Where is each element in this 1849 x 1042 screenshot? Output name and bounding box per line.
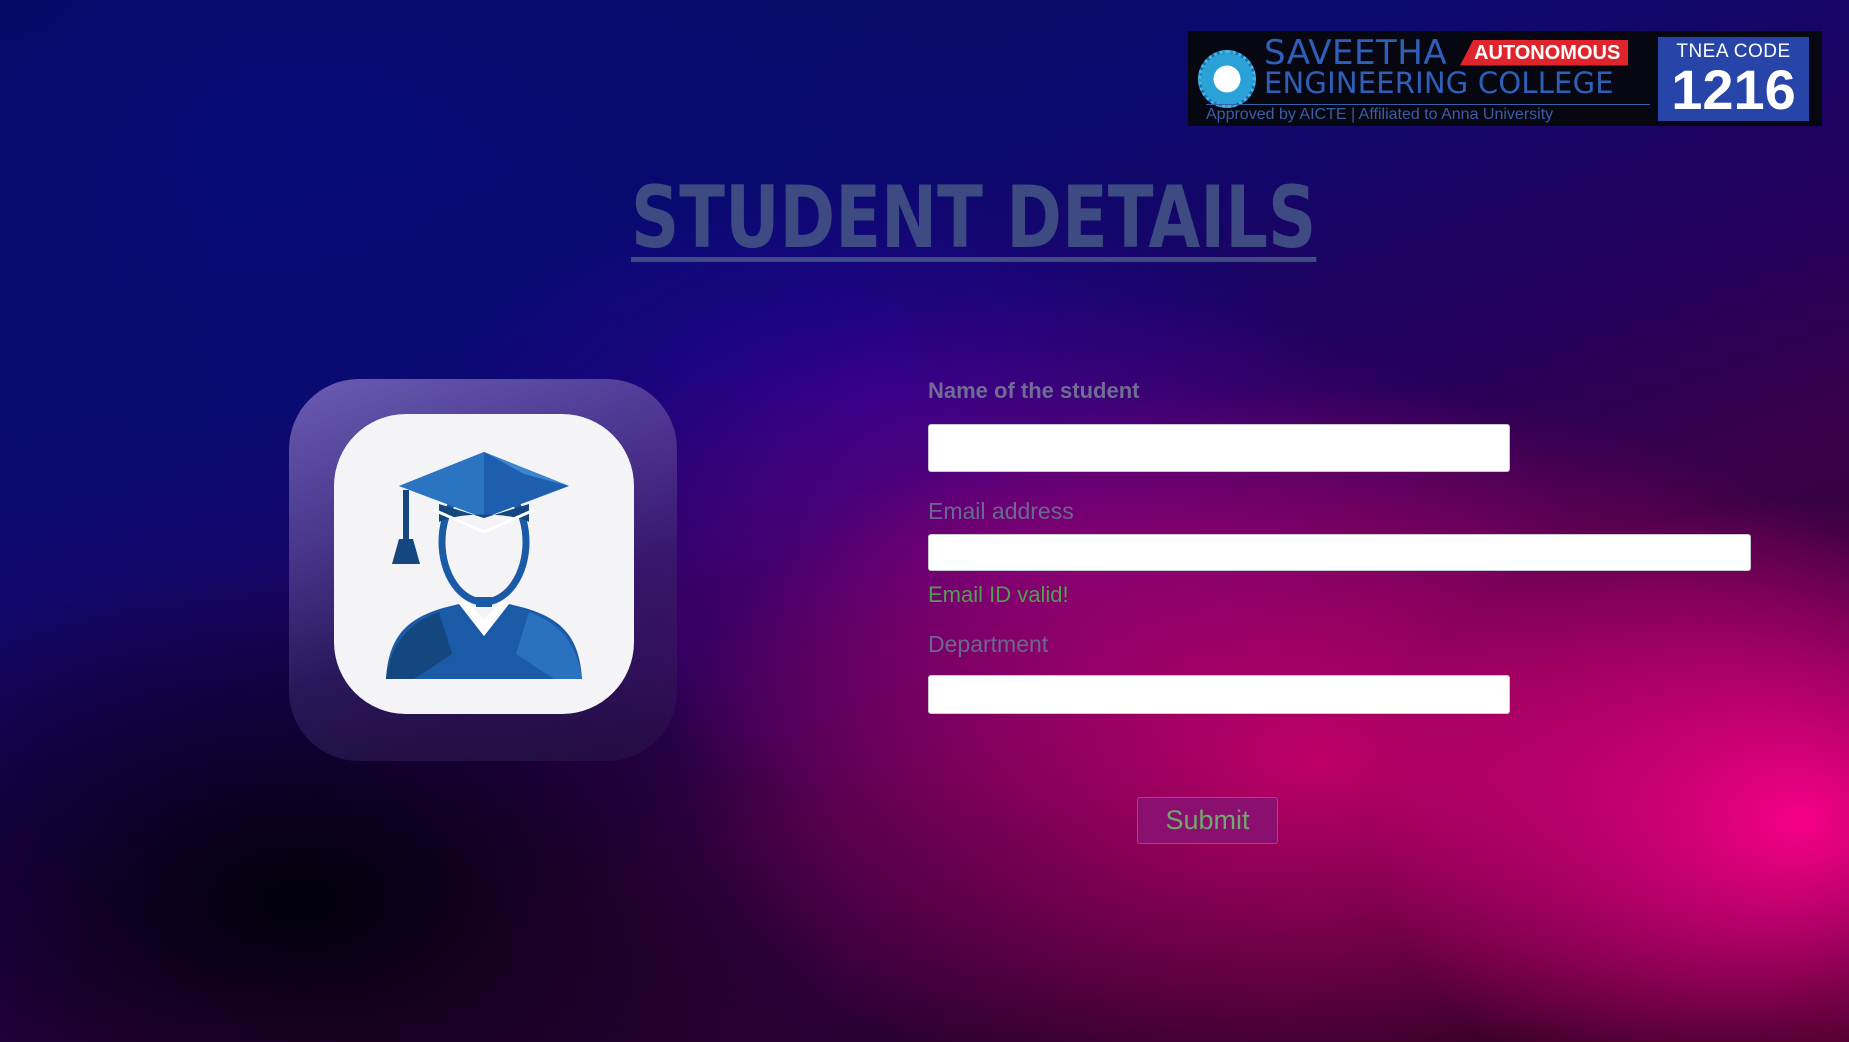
department-input[interactable] (928, 675, 1510, 714)
submit-button[interactable]: Submit (1137, 797, 1278, 844)
college-logo: SAVEETHA AUTONOMOUS ENGINEERING COLLEGE … (1188, 31, 1822, 126)
college-logo-text: SAVEETHA AUTONOMOUS ENGINEERING COLLEGE … (1206, 32, 1650, 124)
name-label: Name of the student (928, 378, 1140, 403)
approval-text: Approved by AICTE | Affiliated to Anna U… (1206, 103, 1650, 124)
avatar-tile (334, 414, 634, 714)
avatar-card (289, 379, 677, 761)
email-label: Email address (928, 498, 1074, 524)
college-seal-icon (1198, 49, 1256, 108)
tnea-code: 1216 (1671, 57, 1796, 121)
college-name-line1: SAVEETHA (1264, 32, 1448, 73)
autonomous-badge: AUTONOMOUS (1460, 39, 1629, 66)
email-input[interactable] (928, 534, 1751, 571)
page-title: STUDENT DETAILS (631, 168, 1317, 268)
college-name-line2: ENGINEERING COLLEGE (1264, 65, 1614, 100)
student-name-input[interactable] (928, 424, 1510, 472)
department-label: Department (928, 631, 1049, 657)
email-valid-message: Email ID valid! (928, 582, 1069, 607)
tnea-code-box: TNEA CODE 1216 (1658, 36, 1809, 121)
graduate-student-icon (386, 452, 582, 679)
